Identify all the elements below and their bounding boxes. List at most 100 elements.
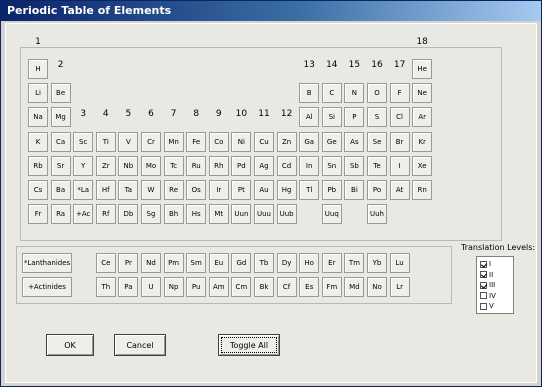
element-cell[interactable]: *La — [73, 180, 94, 200]
element-cell[interactable]: Pr — [118, 253, 139, 273]
element-cell[interactable]: Md — [344, 277, 365, 298]
element-cell[interactable]: Cu — [254, 131, 274, 152]
element-cell[interactable]: Np — [163, 277, 184, 298]
element-cell[interactable]: Ar — [412, 107, 433, 128]
element-cell[interactable]: W — [141, 180, 161, 200]
element-cell[interactable]: Th — [95, 277, 116, 298]
element-cell[interactable]: Pb — [321, 180, 342, 200]
element-cell[interactable]: Hg — [276, 180, 297, 200]
element-cell[interactable]: Be — [50, 83, 71, 104]
element-cell[interactable]: Tc — [163, 155, 184, 176]
element-cell[interactable]: Po — [367, 180, 387, 200]
toggle-all-button[interactable]: Toggle All — [218, 334, 280, 356]
element-cell[interactable]: Yb — [367, 253, 387, 273]
element-cell[interactable]: Cl — [389, 107, 410, 128]
element-cell[interactable]: C — [321, 83, 342, 104]
element-cell[interactable]: Bk — [254, 277, 274, 298]
element-cell[interactable]: Ne — [412, 83, 433, 104]
element-cell[interactable]: Cs — [28, 180, 48, 200]
element-cell[interactable]: Sc — [73, 131, 94, 152]
element-cell[interactable]: Fe — [186, 131, 207, 152]
series-label-cell[interactable]: +Actinides — [22, 277, 72, 298]
element-cell[interactable]: Tb — [254, 253, 274, 273]
element-cell[interactable]: Uuq — [321, 204, 342, 225]
element-cell[interactable]: Pd — [231, 155, 252, 176]
element-cell[interactable]: Pa — [118, 277, 139, 298]
element-cell[interactable]: Na — [28, 107, 48, 128]
element-cell[interactable]: Cd — [276, 155, 297, 176]
element-cell[interactable]: Cf — [276, 277, 297, 298]
element-cell[interactable]: Mg — [50, 107, 71, 128]
element-cell[interactable]: Uuu — [254, 204, 274, 225]
element-cell[interactable]: Fm — [321, 277, 342, 298]
element-cell[interactable]: Rf — [95, 204, 116, 225]
element-cell[interactable]: Lr — [389, 277, 410, 298]
element-cell[interactable]: Sn — [321, 155, 342, 176]
element-cell[interactable]: Hf — [95, 180, 116, 200]
translation-level-checkbox[interactable]: II — [480, 270, 493, 280]
element-cell[interactable]: Nd — [141, 253, 161, 273]
element-cell[interactable]: Br — [389, 131, 410, 152]
element-cell[interactable]: Bi — [344, 180, 365, 200]
element-cell[interactable]: V — [118, 131, 139, 152]
element-cell[interactable]: Tm — [344, 253, 365, 273]
element-cell[interactable]: Uuh — [367, 204, 387, 225]
element-cell[interactable]: Li — [28, 83, 48, 104]
element-cell[interactable]: Mo — [141, 155, 161, 176]
element-cell[interactable]: Ca — [50, 131, 71, 152]
element-cell[interactable]: N — [344, 83, 365, 104]
element-cell[interactable]: I — [389, 155, 410, 176]
element-cell[interactable]: Lu — [389, 253, 410, 273]
element-cell[interactable]: Ga — [299, 131, 320, 152]
element-cell[interactable]: Pm — [163, 253, 184, 273]
element-cell[interactable]: Sb — [344, 155, 365, 176]
element-cell[interactable]: Au — [254, 180, 274, 200]
checkbox-icon[interactable] — [480, 292, 487, 299]
element-cell[interactable]: Er — [321, 253, 342, 273]
element-cell[interactable]: Cm — [231, 277, 252, 298]
element-cell[interactable]: Mt — [208, 204, 229, 225]
element-cell[interactable]: At — [389, 180, 410, 200]
checkmark-icon[interactable] — [480, 260, 487, 268]
checkmark-icon[interactable] — [480, 281, 487, 289]
translation-level-checkbox[interactable]: III — [480, 280, 495, 290]
element-cell[interactable]: Dy — [276, 253, 297, 273]
element-cell[interactable]: Sg — [141, 204, 161, 225]
element-cell[interactable]: Sr — [50, 155, 71, 176]
element-cell[interactable]: Am — [208, 277, 229, 298]
element-cell[interactable]: Pu — [186, 277, 207, 298]
element-cell[interactable]: Gd — [231, 253, 252, 273]
element-cell[interactable]: Zn — [276, 131, 297, 152]
element-cell[interactable]: Ta — [118, 180, 139, 200]
element-cell[interactable]: F — [389, 83, 410, 104]
element-cell[interactable]: Nb — [118, 155, 139, 176]
element-cell[interactable]: As — [344, 131, 365, 152]
element-cell[interactable]: He — [412, 59, 433, 79]
series-label-cell[interactable]: *Lanthanides — [22, 253, 72, 273]
element-cell[interactable]: Hs — [186, 204, 207, 225]
checkbox-icon[interactable] — [480, 302, 487, 310]
element-cell[interactable]: Y — [73, 155, 94, 176]
element-cell[interactable]: Rb — [28, 155, 48, 176]
element-cell[interactable]: No — [367, 277, 387, 298]
element-cell[interactable]: Ru — [186, 155, 207, 176]
element-cell[interactable]: Sm — [186, 253, 207, 273]
checkmark-icon[interactable] — [480, 271, 487, 278]
element-cell[interactable]: S — [367, 107, 387, 128]
element-cell[interactable]: Ag — [254, 155, 274, 176]
translation-level-checkbox[interactable]: IV — [480, 291, 496, 301]
element-cell[interactable]: Uub — [276, 204, 297, 225]
translation-level-checkbox[interactable]: I — [480, 259, 491, 269]
element-cell[interactable]: Db — [118, 204, 139, 225]
element-cell[interactable]: Es — [299, 277, 320, 298]
element-cell[interactable]: Zr — [95, 155, 116, 176]
element-cell[interactable]: K — [28, 131, 48, 152]
element-cell[interactable]: Ce — [95, 253, 116, 273]
translation-level-checkbox[interactable]: V — [480, 301, 494, 311]
element-cell[interactable]: Fr — [28, 204, 48, 225]
element-cell[interactable]: Rh — [208, 155, 229, 176]
cancel-button[interactable]: Cancel — [114, 334, 166, 356]
element-cell[interactable]: Os — [186, 180, 207, 200]
element-cell[interactable]: Ho — [299, 253, 320, 273]
element-cell[interactable]: Mn — [163, 131, 184, 152]
